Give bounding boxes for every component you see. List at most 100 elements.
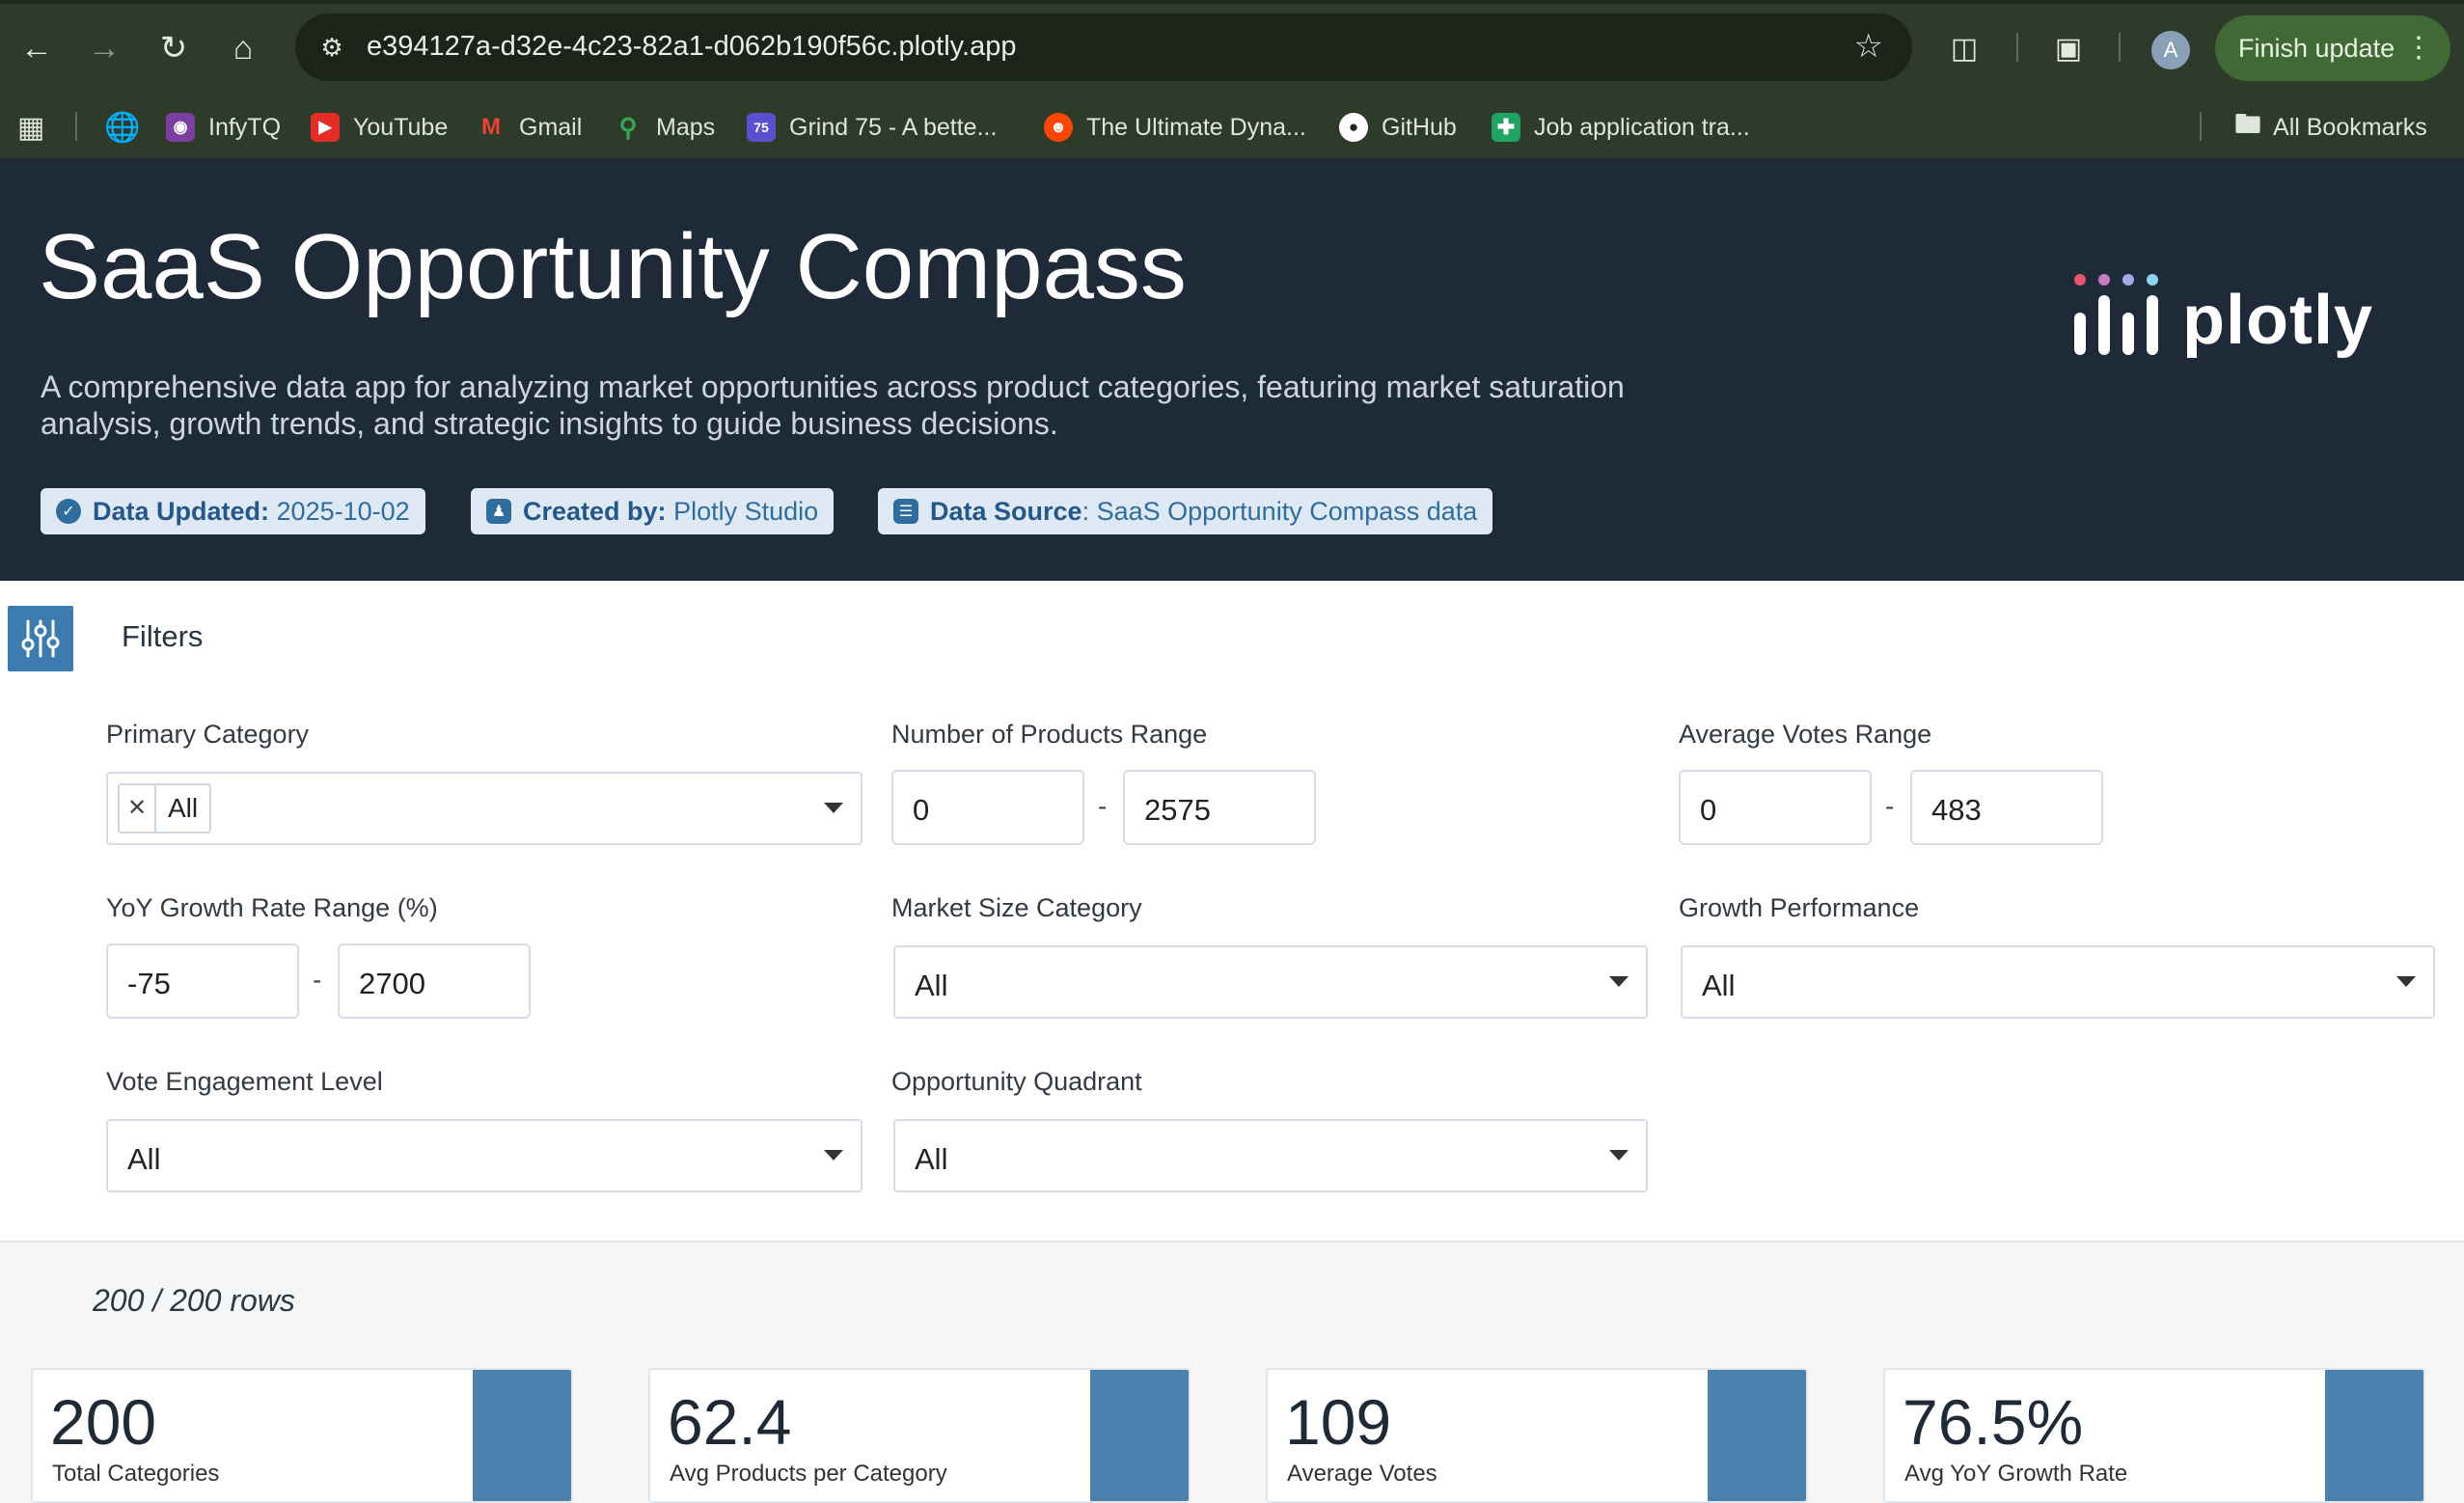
forward-icon[interactable]: → (77, 21, 131, 75)
bookmark-github[interactable]: ● GitHub (1339, 110, 1457, 145)
selected-value: All (915, 1142, 948, 1176)
kpi-value: 109 (1285, 1386, 1392, 1458)
grind75-icon: 75 (747, 113, 776, 142)
chevron-down-icon[interactable] (824, 803, 843, 813)
gmail-icon: M (481, 114, 501, 140)
bookmark-grind75[interactable]: 75 Grind 75 - A bette... (747, 110, 997, 145)
finish-update-label: Finish update (2238, 33, 2396, 63)
url-text[interactable]: e394127a-d32e-4c23-82a1-d062b190f56c.plo… (367, 31, 1016, 63)
bookmarks-divider (2200, 112, 2202, 141)
kpi-accent (473, 1370, 571, 1501)
badge-key: Data Source (930, 496, 1082, 526)
chevron-down-icon[interactable] (824, 1150, 843, 1161)
address-bar[interactable]: ⚙ e394127a-d32e-4c23-82a1-d062b190f56c.p… (295, 14, 1912, 81)
finish-update-button[interactable]: Finish update ⋮ (2215, 15, 2450, 81)
kpi-label: Avg Products per Category (670, 1461, 947, 1487)
remove-chip-icon[interactable]: ✕ (120, 785, 156, 832)
kpi-card-total-categories: 200 Total Categories (31, 1368, 573, 1503)
input-value: 483 (1931, 793, 1982, 827)
all-bookmarks-label: All Bookmarks (2273, 113, 2427, 141)
back-icon[interactable]: ← (10, 21, 64, 75)
sheets-icon: ✚ (1492, 113, 1520, 142)
data-source-badge: ☰ Data Source: SaaS Opportunity Compass … (878, 488, 1493, 534)
selected-value: All (127, 1142, 161, 1176)
bookmark-star-icon[interactable]: ☆ (1854, 27, 1883, 66)
plotly-wordmark: plotly (2182, 282, 2373, 359)
range-separator: - (1098, 791, 1108, 821)
filters-toggle-button[interactable] (8, 606, 73, 671)
vote-engagement-dropdown[interactable]: All (106, 1119, 862, 1192)
kpi-label: Total Categories (52, 1461, 220, 1487)
bookmark-label: Gmail (519, 113, 583, 141)
created-by-badge: ♟ Created by: Plotly Studio (471, 488, 835, 534)
more-menu-icon[interactable]: ⋮ (2404, 31, 2433, 65)
profile-avatar[interactable]: A (2151, 31, 2190, 69)
all-bookmarks[interactable]: 🖿 All Bookmarks (2234, 109, 2427, 145)
kpi-card-avg-growth: 76.5% Avg YoY Growth Rate (1883, 1368, 2425, 1503)
votes-max-input[interactable]: 483 (1910, 770, 2103, 845)
folder-icon: 🖿 (2234, 109, 2262, 139)
bookmark-youtube[interactable]: ▶ YouTube (311, 110, 448, 145)
bookmark-label: YouTube (353, 113, 449, 141)
products-min-input[interactable]: 0 (891, 770, 1084, 845)
bookmark-label: GitHub (1382, 113, 1457, 141)
bookmark-gmail[interactable]: M Gmail (477, 110, 582, 145)
badge-key: Created by: (523, 496, 667, 526)
page-title: SaaS Opportunity Compass (39, 215, 1187, 318)
youtube-icon: ▶ (311, 113, 340, 142)
market-size-label: Market Size Category (891, 893, 1142, 922)
extensions-icon[interactable]: ◫ (1941, 25, 1987, 71)
app-header: SaaS Opportunity Compass A comprehensive… (0, 158, 2464, 581)
growth-performance-label: Growth Performance (1679, 893, 1920, 922)
browser-toolbar: ← → ↻ ⌂ ⚙ e394127a-d32e-4c23-82a1-d062b1… (0, 0, 2464, 96)
growth-range-label: YoY Growth Rate Range (%) (106, 893, 438, 922)
maps-icon: ⚲ (618, 112, 638, 142)
bookmark-label: Grind 75 - A bette... (789, 113, 998, 141)
bookmark-job-tracker[interactable]: ✚ Job application tra... (1492, 110, 1750, 145)
github-icon: ● (1339, 113, 1368, 142)
bookmark-infytq[interactable]: ◉ InfyTQ (166, 110, 281, 145)
growth-min-input[interactable]: -75 (106, 943, 299, 1019)
filters-panel: Filters Primary Category ✕ All Number of… (0, 581, 2464, 1243)
bookmark-maps[interactable]: ⚲ Maps (614, 110, 715, 145)
page-description: A comprehensive data app for analyzing m… (41, 369, 1625, 441)
database-icon: ☰ (893, 499, 918, 524)
input-value: 2700 (359, 967, 425, 1000)
bookmark-reddit[interactable]: ☻ The Ultimate Dyna... (1044, 110, 1306, 145)
input-value: 0 (1700, 793, 1717, 827)
kpi-card-average-votes: 109 Average Votes (1266, 1368, 1808, 1503)
bookmark-label: InfyTQ (208, 113, 282, 141)
primary-category-dropdown[interactable]: ✕ All (106, 772, 862, 845)
kpi-accent (1090, 1370, 1189, 1501)
market-size-dropdown[interactable]: All (893, 945, 1648, 1019)
chevron-down-icon[interactable] (1609, 1150, 1629, 1161)
growth-max-input[interactable]: 2700 (338, 943, 531, 1019)
reload-icon[interactable]: ↻ (147, 21, 201, 75)
selected-chip: ✕ All (118, 783, 212, 833)
kpi-value: 62.4 (668, 1386, 792, 1458)
badge-value: 2025-10-02 (276, 496, 410, 526)
input-value: 2575 (1144, 793, 1211, 827)
apps-grid-icon[interactable]: ▦ (17, 110, 44, 145)
kpi-accent (2325, 1370, 2423, 1501)
row-count: 200 / 200 rows (93, 1283, 295, 1318)
user-icon: ♟ (486, 499, 511, 524)
selected-value: All (915, 969, 948, 1002)
votes-min-input[interactable]: 0 (1679, 770, 1872, 845)
cast-search-icon[interactable]: ▣ (2045, 25, 2092, 71)
chevron-down-icon[interactable] (1609, 976, 1629, 987)
products-max-input[interactable]: 2575 (1123, 770, 1316, 845)
check-circle-icon: ✓ (56, 499, 81, 524)
chevron-down-icon[interactable] (2396, 976, 2416, 987)
globe-icon[interactable]: 🌐 (104, 110, 140, 145)
kpi-value: 200 (50, 1386, 157, 1458)
infytq-icon: ◉ (166, 113, 195, 142)
home-icon[interactable]: ⌂ (216, 21, 270, 75)
votes-range-label: Average Votes Range (1679, 720, 1932, 749)
range-separator: - (1885, 791, 1895, 821)
opportunity-quadrant-dropdown[interactable]: All (893, 1119, 1648, 1192)
bookmark-label: Job application tra... (1534, 113, 1750, 141)
sliders-icon (21, 619, 60, 658)
growth-performance-dropdown[interactable]: All (1681, 945, 2435, 1019)
site-settings-icon[interactable]: ⚙ (315, 30, 349, 65)
